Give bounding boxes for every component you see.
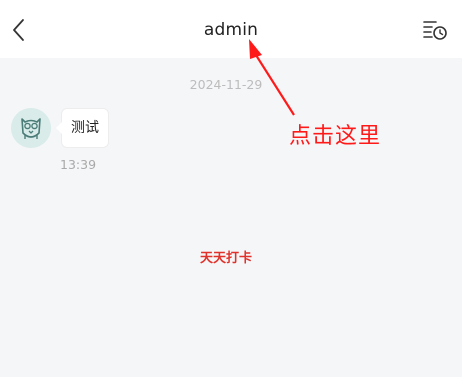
history-icon[interactable] <box>422 19 448 41</box>
date-separator: 2024-11-29 <box>189 77 263 92</box>
annotation-text: 点击这里 <box>289 124 382 149</box>
top-bar: admin <box>0 0 462 58</box>
page-title: admin <box>203 20 259 40</box>
owl-icon <box>11 108 51 148</box>
daily-checkin-link[interactable]: 天天打卡 <box>0 247 452 266</box>
message-time: 13:39 <box>60 157 97 172</box>
message-bubble[interactable]: 测试 <box>56 109 108 147</box>
sender-avatar[interactable] <box>11 108 51 148</box>
